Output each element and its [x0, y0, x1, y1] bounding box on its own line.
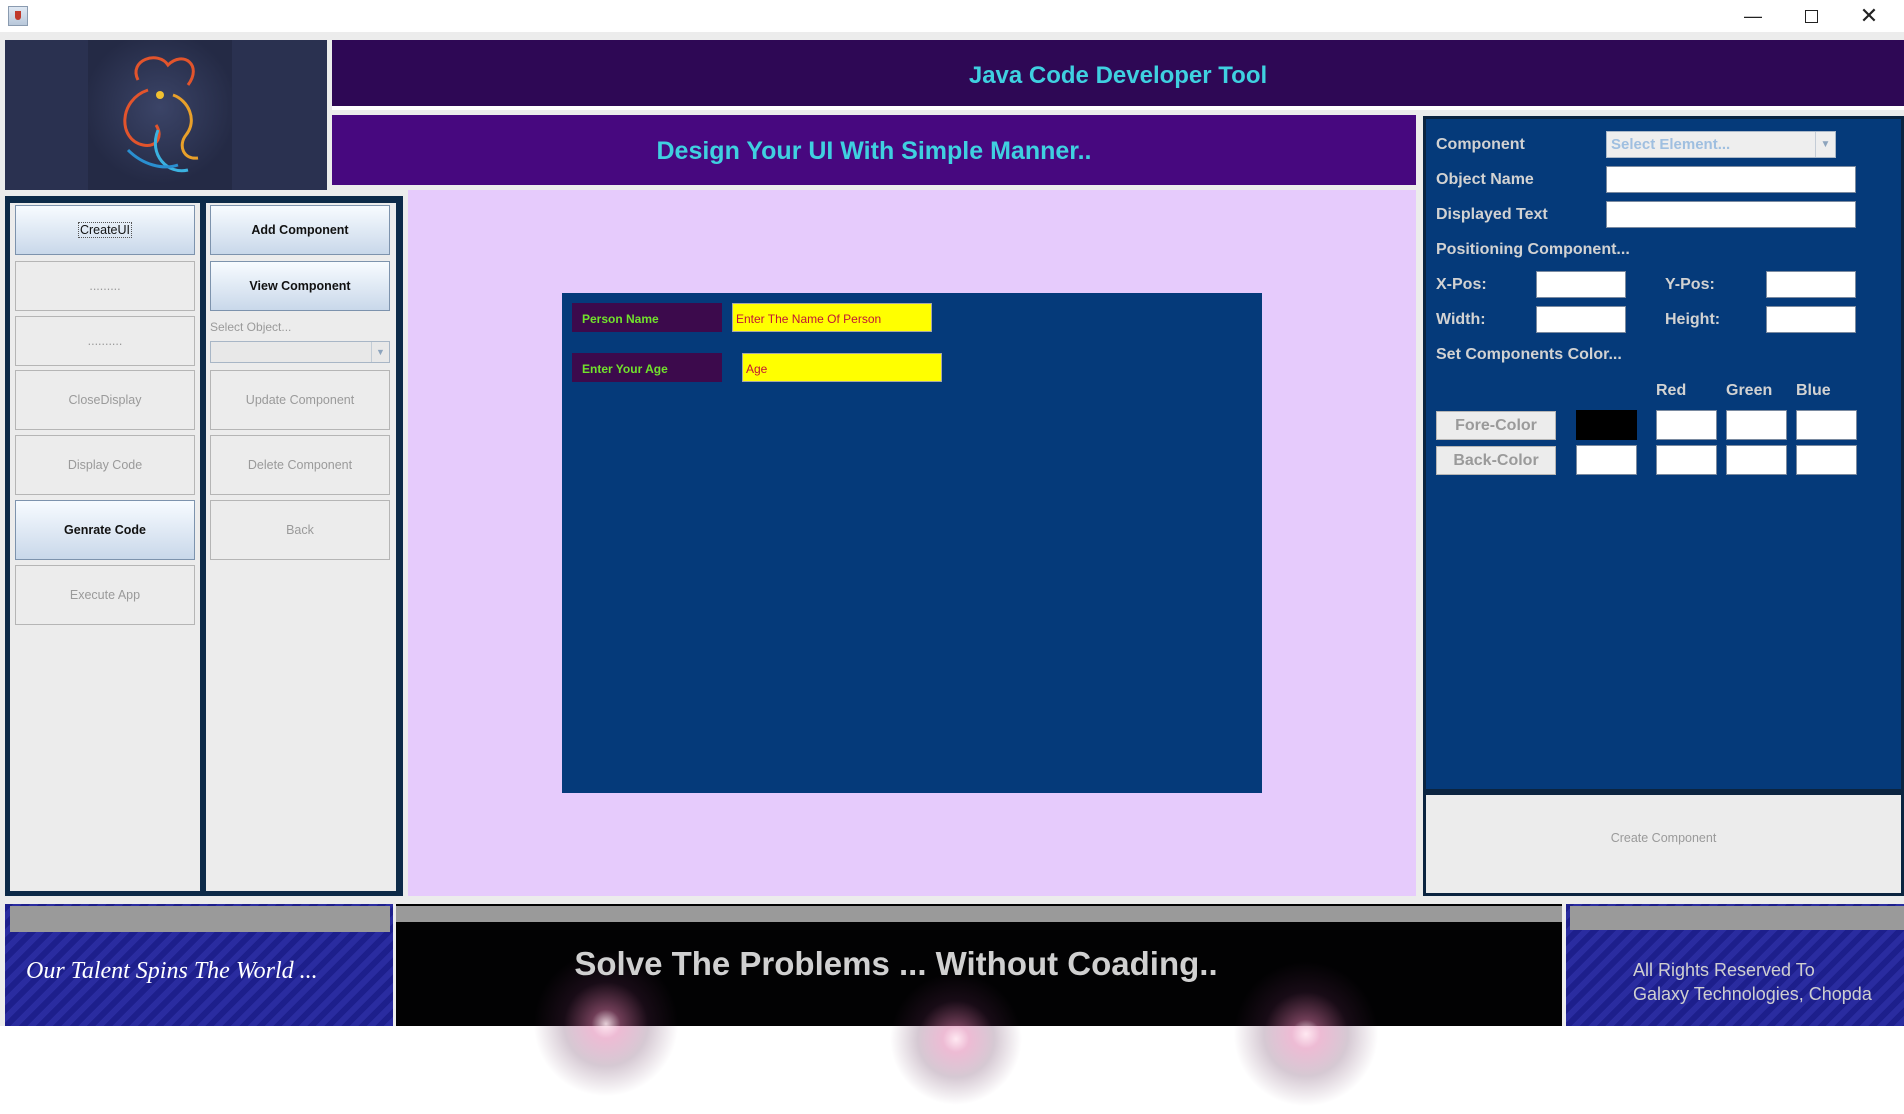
person-name-label: Person Name — [572, 303, 722, 332]
back-color-button[interactable]: Back-Color — [1436, 446, 1556, 475]
chevron-down-icon[interactable]: ▼ — [371, 342, 389, 362]
ganesha-logo — [88, 40, 232, 190]
footer-divider — [1570, 906, 1904, 930]
object-name-input[interactable] — [1606, 166, 1856, 193]
view-component-button[interactable]: View Component — [210, 261, 390, 311]
fore-blue-input[interactable] — [1796, 410, 1857, 440]
add-component-button[interactable]: Add Component — [210, 205, 390, 255]
displayed-text-input[interactable] — [1606, 201, 1856, 228]
fore-red-input[interactable] — [1656, 410, 1717, 440]
back-red-input[interactable] — [1656, 445, 1717, 475]
placeholder-button-1[interactable]: ......... — [15, 261, 195, 311]
green-label: Green — [1726, 382, 1773, 399]
create-component-area[interactable]: Create Component — [1423, 792, 1904, 896]
fore-color-button[interactable]: Fore-Color — [1436, 411, 1556, 440]
close-icon: ✕ — [1859, 3, 1879, 28]
person-name-field[interactable]: Enter The Name Of Person — [732, 303, 932, 332]
footer-divider — [396, 906, 1562, 922]
height-label: Height: — [1665, 311, 1721, 328]
age-field[interactable]: Age — [742, 353, 942, 382]
java-app-icon — [8, 6, 28, 26]
ypos-label: Y-Pos: — [1665, 276, 1715, 293]
age-label: Enter Your Age — [572, 353, 722, 382]
create-ui-button[interactable]: CreateUI — [15, 205, 195, 255]
back-color-swatch — [1576, 445, 1637, 475]
window-titlebar — [0, 0, 1904, 32]
width-input[interactable] — [1536, 306, 1626, 333]
select-object-label: Select Object... — [210, 320, 292, 334]
maximize-icon — [1804, 9, 1818, 23]
positioning-heading: Positioning Component... — [1436, 241, 1630, 258]
placeholder-button-2[interactable]: .......... — [15, 316, 195, 366]
footer-tagline: Solve The Problems ... Without Coading.. — [574, 945, 1218, 982]
color-section-heading: Set Components Color... — [1436, 346, 1622, 363]
update-component-button[interactable]: Update Component — [210, 370, 390, 430]
close-display-button[interactable]: CloseDisplay — [15, 370, 195, 430]
displayed-text-label: Displayed Text — [1436, 206, 1548, 223]
back-blue-input[interactable] — [1796, 445, 1857, 475]
close-window-button[interactable]: ✕ — [1840, 0, 1898, 32]
red-label: Red — [1656, 382, 1687, 399]
back-green-input[interactable] — [1726, 445, 1787, 475]
generate-code-button[interactable]: Genrate Code — [15, 500, 195, 560]
chevron-down-icon[interactable]: ▼ — [1815, 132, 1835, 157]
ypos-input[interactable] — [1766, 271, 1856, 298]
display-code-button[interactable]: Display Code — [15, 435, 195, 495]
component-type-dropdown[interactable]: Select Element... ▼ — [1606, 131, 1836, 158]
delete-component-button[interactable]: Delete Component — [210, 435, 390, 495]
xpos-label: X-Pos: — [1436, 276, 1487, 293]
design-canvas[interactable]: Person Name Enter The Name Of Person Ent… — [562, 293, 1262, 793]
copyright-line-1: All Rights Reserved To — [1633, 960, 1815, 980]
footer-slogan: Our Talent Spins The World ... — [26, 958, 318, 984]
footer-divider — [10, 906, 390, 932]
execute-app-button[interactable]: Execute App — [15, 565, 195, 625]
back-button[interactable]: Back — [210, 500, 390, 560]
subtitle-bar: Design Your UI With Simple Manner.. — [332, 115, 1416, 185]
object-name-label: Object Name — [1436, 171, 1534, 188]
xpos-input[interactable] — [1536, 271, 1626, 298]
fore-green-input[interactable] — [1726, 410, 1787, 440]
blue-label: Blue — [1796, 382, 1831, 399]
fore-color-swatch — [1576, 410, 1637, 440]
firework-image — [876, 964, 1036, 1114]
app-subtitle: Design Your UI With Simple Manner.. — [656, 137, 1092, 165]
create-ui-label: CreateUI — [77, 222, 133, 238]
minimize-icon: — — [1744, 5, 1762, 26]
height-input[interactable] — [1766, 306, 1856, 333]
minimize-button[interactable]: — — [1724, 0, 1782, 32]
app-title-bar: Java Code Developer Tool — [332, 40, 1904, 110]
copyright-line-2: Galaxy Technologies, Chopda — [1633, 984, 1872, 1004]
width-label: Width: — [1436, 311, 1486, 328]
component-type-placeholder: Select Element... — [1611, 136, 1731, 153]
select-object-dropdown[interactable]: ▼ — [210, 341, 390, 363]
create-component-button[interactable]: Create Component — [1426, 831, 1901, 845]
component-label: Component — [1436, 136, 1525, 153]
maximize-button[interactable] — [1782, 0, 1840, 32]
ganesha-logo-icon — [123, 56, 199, 173]
app-title: Java Code Developer Tool — [968, 62, 1268, 89]
